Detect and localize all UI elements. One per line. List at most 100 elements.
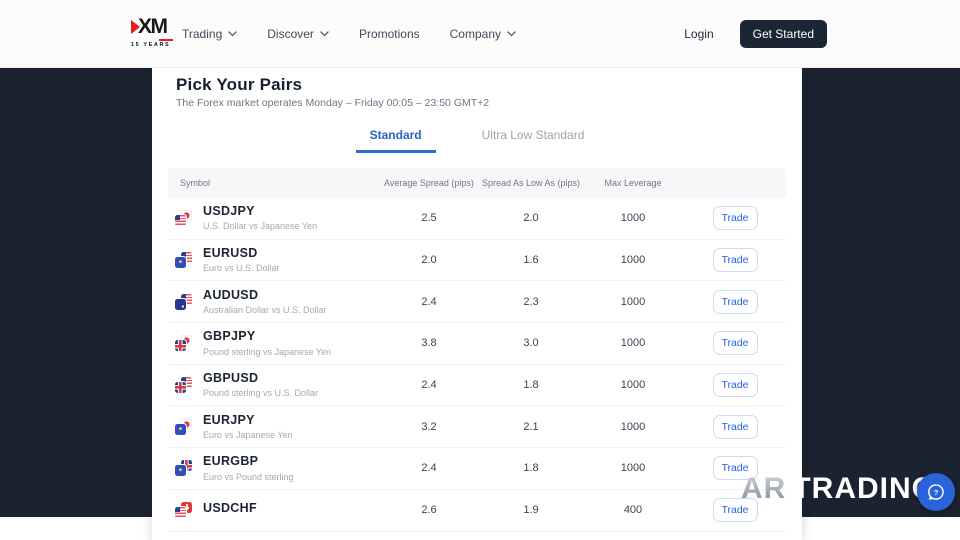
base-currency-flag-icon — [175, 215, 186, 226]
average-spread-value: 2.4 — [378, 296, 480, 308]
trade-button[interactable]: Trade — [713, 248, 758, 272]
spread-as-low-as-value: 2.1 — [480, 421, 582, 433]
menu-item-trading[interactable]: Trading — [182, 27, 237, 41]
max-leverage-value: 1000 — [582, 337, 684, 349]
currency-pair-flags-icon — [175, 252, 192, 268]
svg-text:?: ? — [934, 488, 939, 497]
average-spread-value: 2.4 — [378, 379, 480, 391]
trade-button[interactable]: Trade — [713, 498, 758, 522]
get-started-button[interactable]: Get Started — [740, 20, 827, 48]
spread-as-low-as-value: 3.0 — [480, 337, 582, 349]
pair-symbol: USDCHF — [203, 502, 257, 516]
pair-symbol: USDJPY — [203, 205, 317, 219]
trade-button[interactable]: Trade — [713, 415, 758, 439]
market-hours-subtitle: The Forex market operates Monday – Frida… — [176, 97, 489, 109]
header-max-leverage: Max Leverage — [582, 178, 684, 188]
trade-cell: Trade — [684, 248, 786, 272]
symbol-cell: GBPJPY Pound sterling vs Japanese Yen — [168, 330, 378, 356]
max-leverage-value: 1000 — [582, 421, 684, 433]
trade-button[interactable]: Trade — [713, 331, 758, 355]
currency-pair-flags-icon — [175, 460, 192, 476]
base-currency-flag-icon — [175, 465, 186, 476]
table-row: EURUSD Euro vs U.S. Dollar 2.0 1.6 1000 … — [168, 240, 786, 282]
trade-button[interactable]: Trade — [713, 206, 758, 230]
pair-description: Euro vs Pound sterling — [203, 472, 294, 482]
trade-button[interactable]: Trade — [713, 373, 758, 397]
pair-description: U.S. Dollar vs Japanese Yen — [203, 221, 317, 231]
average-spread-value: 2.6 — [378, 504, 480, 516]
base-currency-flag-icon — [175, 382, 186, 393]
top-navigation-bar: XM 15 YEARS Trading Discover Promotions … — [0, 0, 960, 68]
pair-description: Pound sterling vs U.S. Dollar — [203, 388, 318, 398]
symbol-cell: USDJPY U.S. Dollar vs Japanese Yen — [168, 205, 378, 231]
base-currency-flag-icon — [175, 424, 186, 435]
pair-symbol: GBPUSD — [203, 372, 318, 386]
tab-standard[interactable]: Standard — [356, 124, 436, 153]
symbol-text-block: EURUSD Euro vs U.S. Dollar — [203, 247, 280, 273]
menu-item-promotions[interactable]: Promotions — [359, 27, 420, 41]
currency-pair-flags-icon — [175, 335, 192, 351]
max-leverage-value: 400 — [582, 504, 684, 516]
chat-support-button[interactable]: ? — [917, 473, 955, 511]
max-leverage-value: 1000 — [582, 254, 684, 266]
header-symbol: Symbol — [168, 178, 378, 188]
symbol-cell: USDCHF — [168, 502, 378, 518]
spread-as-low-as-value: 2.0 — [480, 212, 582, 224]
pair-symbol: EURUSD — [203, 247, 280, 261]
symbol-text-block: AUDUSD Australian Dollar vs U.S. Dollar — [203, 289, 327, 315]
login-link[interactable]: Login — [684, 27, 713, 41]
header-average-spread: Average Spread (pips) — [378, 178, 480, 188]
symbol-text-block: GBPJPY Pound sterling vs Japanese Yen — [203, 330, 331, 356]
symbol-cell: EURJPY Euro vs Japanese Yen — [168, 414, 378, 440]
currency-pair-flags-icon — [175, 210, 192, 226]
chevron-down-icon — [507, 31, 516, 37]
trade-cell: Trade — [684, 290, 786, 314]
symbol-text-block: USDJPY U.S. Dollar vs Japanese Yen — [203, 205, 317, 231]
pair-description: Euro vs Japanese Yen — [203, 430, 293, 440]
menu-item-label: Promotions — [359, 27, 420, 41]
trade-button[interactable]: Trade — [713, 290, 758, 314]
table-row: EURJPY Euro vs Japanese Yen 3.2 2.1 1000… — [168, 406, 786, 448]
spread-as-low-as-value: 2.3 — [480, 296, 582, 308]
menu-item-discover[interactable]: Discover — [267, 27, 329, 41]
menu-item-label: Discover — [267, 27, 314, 41]
tab-ultra-low-standard[interactable]: Ultra Low Standard — [468, 124, 599, 153]
nav-actions: Login Get Started — [684, 0, 827, 68]
pair-symbol: GBPJPY — [203, 330, 331, 344]
logo-subtext: 15 YEARS — [131, 42, 175, 48]
spread-as-low-as-value: 1.8 — [480, 462, 582, 474]
page-title: Pick Your Pairs — [176, 75, 302, 95]
symbol-text-block: EURJPY Euro vs Japanese Yen — [203, 414, 293, 440]
spread-as-low-as-value: 1.8 — [480, 379, 582, 391]
pairs-card: Pick Your Pairs The Forex market operate… — [152, 68, 802, 540]
pair-symbol: EURGBP — [203, 455, 294, 469]
average-spread-value: 2.5 — [378, 212, 480, 224]
symbol-cell: EURGBP Euro vs Pound sterling — [168, 455, 378, 481]
max-leverage-value: 1000 — [582, 296, 684, 308]
logo-text: XM — [138, 15, 167, 39]
spread-as-low-as-value: 1.6 — [480, 254, 582, 266]
chevron-down-icon — [228, 31, 237, 37]
pair-description: Australian Dollar vs U.S. Dollar — [203, 305, 327, 315]
symbol-cell: EURUSD Euro vs U.S. Dollar — [168, 247, 378, 273]
average-spread-value: 3.2 — [378, 421, 480, 433]
table-header-row: Symbol Average Spread (pips) Spread As L… — [168, 168, 786, 198]
main-menu: Trading Discover Promotions Company — [182, 0, 516, 68]
table-row: EURGBP Euro vs Pound sterling 2.4 1.8 10… — [168, 448, 786, 490]
table-row: AUDUSD Australian Dollar vs U.S. Dollar … — [168, 281, 786, 323]
currency-pair-flags-icon — [175, 377, 192, 393]
chevron-down-icon — [320, 31, 329, 37]
pair-symbol: AUDUSD — [203, 289, 327, 303]
table-row: GBPUSD Pound sterling vs U.S. Dollar 2.4… — [168, 365, 786, 407]
trade-cell: Trade — [684, 415, 786, 439]
trade-cell: Trade — [684, 456, 786, 480]
logo-underline — [159, 39, 173, 41]
trade-button[interactable]: Trade — [713, 456, 758, 480]
chat-bubble-question-icon: ? — [926, 482, 946, 502]
trade-cell: Trade — [684, 331, 786, 355]
max-leverage-value: 1000 — [582, 212, 684, 224]
max-leverage-value: 1000 — [582, 462, 684, 474]
menu-item-company[interactable]: Company — [450, 27, 516, 41]
table-row: USDCHF 2.6 1.9 400 Trade — [168, 490, 786, 532]
xm-logo[interactable]: XM 15 YEARS — [131, 15, 175, 48]
